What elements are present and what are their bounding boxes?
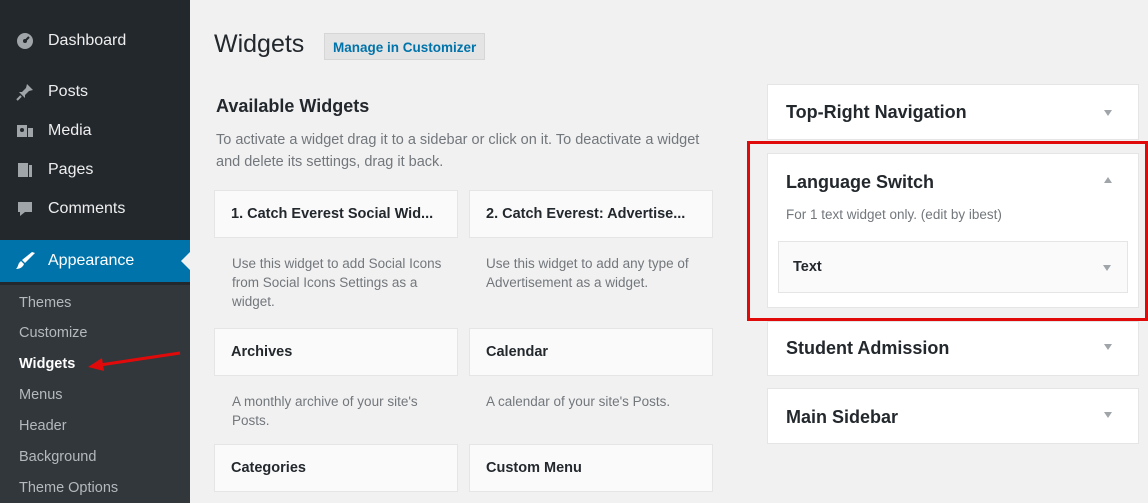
widget-archives[interactable]: Archives bbox=[214, 328, 458, 376]
widget-calendar-desc: A calendar of your site's Posts. bbox=[486, 394, 671, 409]
pin-icon bbox=[14, 82, 36, 102]
dashboard-icon bbox=[14, 31, 36, 51]
menu-media[interactable]: Media bbox=[0, 114, 190, 148]
submenu-header[interactable]: Header bbox=[19, 418, 67, 434]
sidebar-main-sidebar[interactable]: Main Sidebar bbox=[767, 388, 1139, 444]
menu-pages[interactable]: Pages bbox=[0, 153, 190, 187]
widget-custom-menu[interactable]: Custom Menu bbox=[469, 444, 713, 492]
menu-appearance-label: Appearance bbox=[48, 252, 135, 269]
menu-pages-label: Pages bbox=[48, 161, 94, 178]
menu-appearance[interactable]: Appearance bbox=[0, 240, 190, 282]
chevron-down-icon[interactable] bbox=[1104, 412, 1112, 418]
sidebar-top-right-navigation[interactable]: Top-Right Navigation bbox=[767, 84, 1139, 140]
appearance-submenu: Themes Customize Widgets Menus Header Ba… bbox=[0, 285, 190, 503]
widget-catch-everest-social[interactable]: 1. Catch Everest Social Wid... bbox=[214, 190, 458, 238]
media-icon bbox=[14, 121, 36, 141]
admin-sidebar: Dashboard Posts Media Pages Comments App… bbox=[0, 0, 190, 503]
available-widgets-description: To activate a widget drag it to a sideba… bbox=[216, 132, 700, 170]
menu-dashboard[interactable]: Dashboard bbox=[0, 24, 190, 58]
sidebar-title: Student Admission bbox=[786, 338, 950, 358]
available-widgets-title: Available Widgets bbox=[216, 96, 370, 116]
widget-catch-everest-advertisement-desc: Use this widget to add any type of Adver… bbox=[486, 256, 689, 290]
submenu-background[interactable]: Background bbox=[19, 449, 96, 465]
menu-dashboard-label: Dashboard bbox=[48, 32, 127, 49]
sidebar-title: Top-Right Navigation bbox=[786, 102, 967, 122]
manage-in-customizer-button[interactable]: Manage in Customizer bbox=[324, 33, 486, 60]
menu-comments[interactable]: Comments bbox=[0, 192, 190, 226]
submenu-themes[interactable]: Themes bbox=[19, 295, 71, 311]
widget-catch-everest-social-desc: Use this widget to add Social Icons from… bbox=[232, 256, 442, 309]
menu-media-label: Media bbox=[48, 122, 92, 139]
sidebar-student-admission[interactable]: Student Admission bbox=[767, 321, 1139, 376]
brush-icon bbox=[14, 251, 36, 271]
submenu-theme-options[interactable]: Theme Options bbox=[19, 480, 118, 496]
menu-comments-label: Comments bbox=[48, 200, 126, 217]
submenu-widgets[interactable]: Widgets bbox=[19, 356, 75, 372]
chevron-down-icon[interactable] bbox=[1104, 344, 1112, 350]
menu-posts-label: Posts bbox=[48, 83, 89, 100]
highlight-box bbox=[747, 141, 1148, 321]
sidebar-title: Main Sidebar bbox=[786, 407, 899, 427]
menu-posts[interactable]: Posts bbox=[0, 75, 190, 109]
comment-icon bbox=[14, 199, 36, 219]
pages-icon bbox=[14, 160, 36, 180]
widget-catch-everest-advertisement[interactable]: 2. Catch Everest: Advertise... bbox=[469, 190, 713, 238]
page-title: Widgets bbox=[214, 30, 305, 58]
submenu-menus[interactable]: Menus bbox=[19, 387, 63, 403]
widget-archives-desc: A monthly archive of your site's Posts. bbox=[232, 394, 418, 428]
submenu-customize[interactable]: Customize bbox=[19, 325, 88, 341]
widget-calendar[interactable]: Calendar bbox=[469, 328, 713, 376]
chevron-down-icon[interactable] bbox=[1104, 110, 1112, 116]
annotation-arrow bbox=[88, 351, 181, 371]
widget-categories[interactable]: Categories bbox=[214, 444, 458, 492]
